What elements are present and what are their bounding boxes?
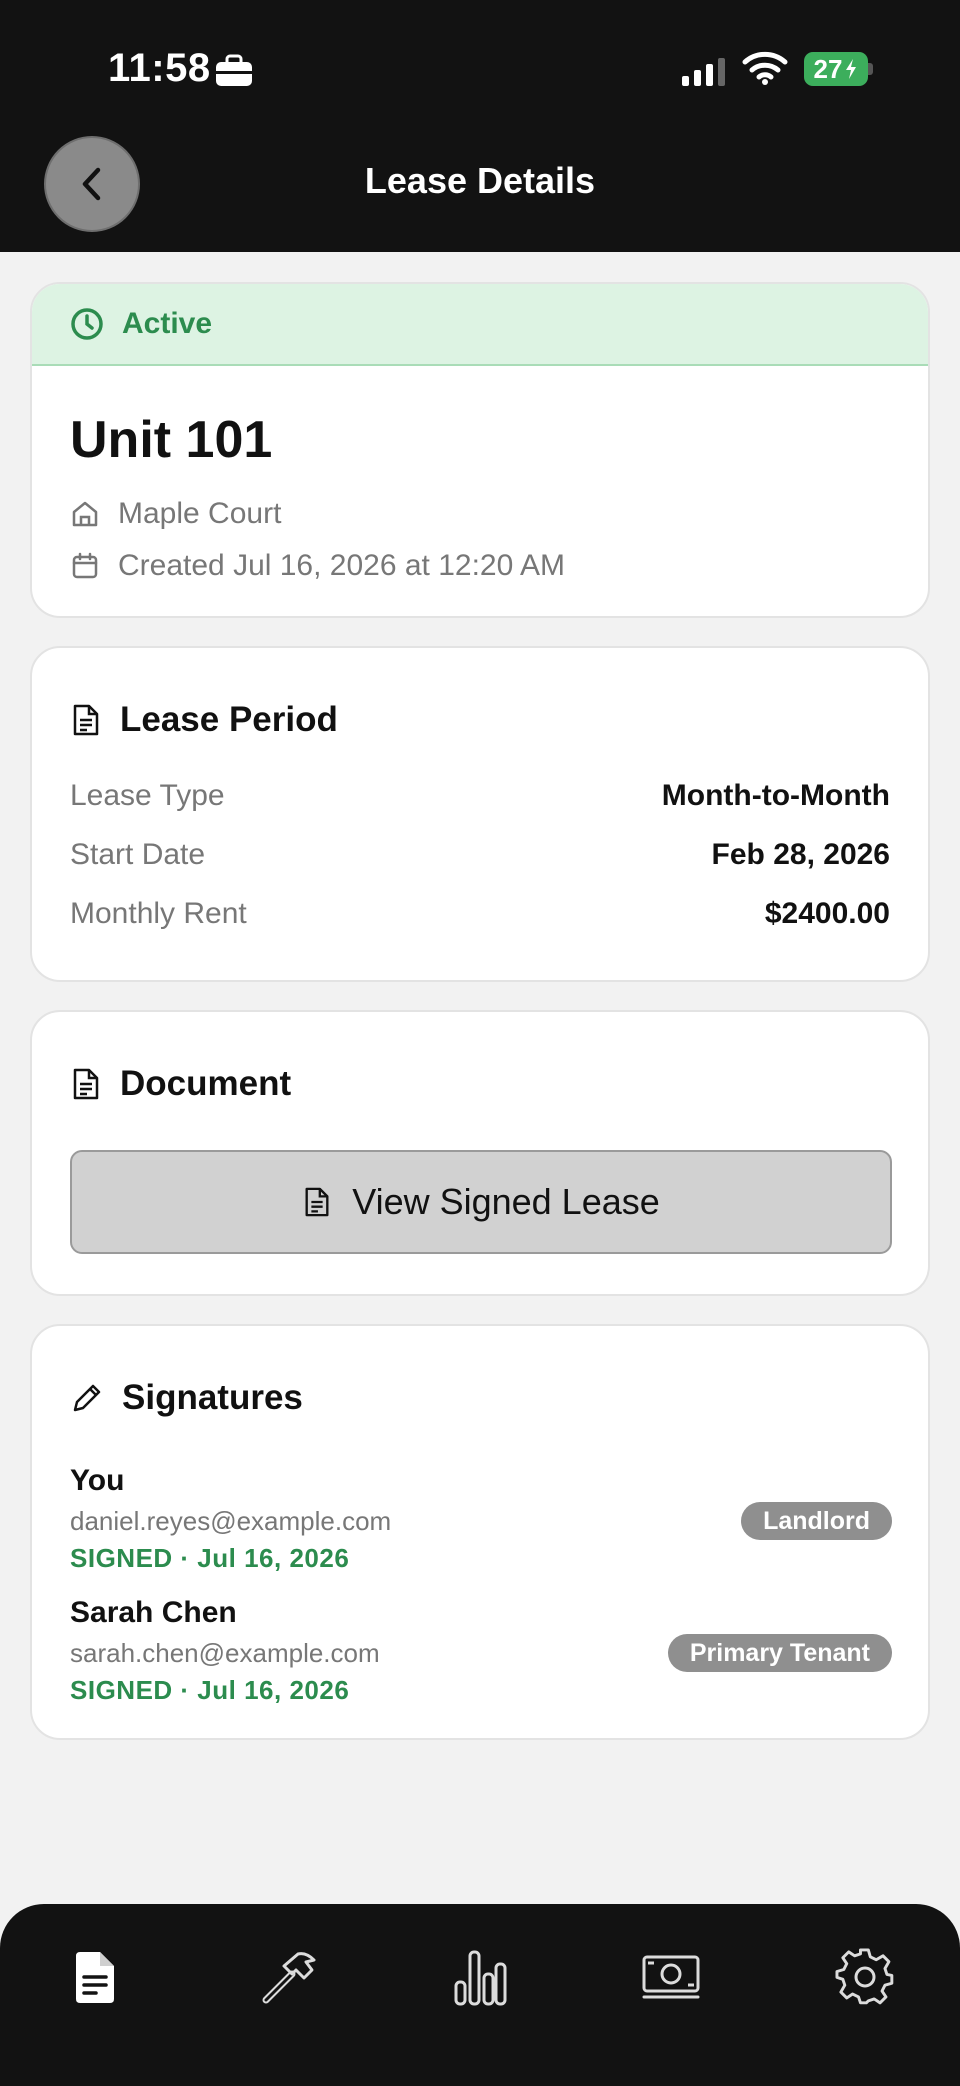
document-icon — [76, 1952, 114, 2003]
status-banner: Active — [32, 284, 928, 366]
property-name: Maple Court — [118, 497, 282, 530]
document-card: Document View Signed Lease — [30, 1010, 930, 1296]
lease-summary-card: Active Unit 101 Maple Court Created Jul … — [30, 282, 930, 618]
calendar-icon — [72, 552, 98, 579]
document-title: Document — [120, 1064, 292, 1103]
lease-period-title: Lease Period — [120, 700, 338, 739]
battery-level: 27 — [813, 53, 843, 84]
property-row: Maple Court — [70, 488, 928, 540]
lease-period-heading: Lease Period — [70, 700, 928, 740]
signer-status: SIGNED · Jul 16, 2026 — [70, 1543, 350, 1573]
document-icon — [305, 1187, 329, 1217]
tab-leases[interactable] — [60, 1942, 130, 2012]
row-label: Lease Type — [70, 778, 225, 812]
battery-nub — [868, 63, 873, 75]
start-date-row: Start Date Feb 28, 2026 — [70, 825, 890, 884]
created-date: Created Jul 16, 2026 at 12:20 AM — [118, 549, 565, 582]
home-icon — [72, 501, 98, 527]
clock-icon — [71, 308, 103, 340]
role-badge: Primary Tenant — [667, 1634, 892, 1672]
row-value: Feb 28, 2026 — [711, 837, 890, 871]
row-value: $2400.00 — [764, 896, 890, 930]
lease-period-card: Lease Period Lease Type Month-to-Month S… — [30, 646, 930, 982]
role-badge: Landlord — [741, 1502, 892, 1540]
signer-row: You daniel.reyes@example.com SIGNED · Ju… — [70, 1464, 892, 1574]
signatures-title: Signatures — [122, 1378, 303, 1417]
charging-bolt-icon — [846, 59, 857, 79]
signer-row: Sarah Chen sarah.chen@example.com SIGNED… — [70, 1596, 892, 1706]
document-heading: Document — [70, 1064, 928, 1104]
battery-indicator: 27 — [804, 52, 868, 86]
document-icon — [73, 1068, 99, 1100]
signatures-heading: Signatures — [70, 1378, 928, 1418]
status-label: Active — [122, 307, 213, 340]
tab-payments[interactable] — [636, 1942, 706, 2012]
row-label: Monthly Rent — [70, 896, 247, 930]
hammer-icon — [262, 1952, 316, 2004]
page-title: Lease Details — [364, 160, 596, 201]
tab-settings[interactable] — [830, 1942, 900, 2012]
tab-reports[interactable] — [445, 1942, 515, 2012]
row-label: Start Date — [70, 837, 206, 871]
signer-status: SIGNED · Jul 16, 2026 — [70, 1675, 350, 1705]
unit-title: Unit 101 — [70, 411, 273, 469]
signatures-card: Signatures You daniel.reyes@example.com … — [30, 1324, 930, 1740]
pencil-icon — [73, 1384, 101, 1412]
view-signed-lease-label: View Signed Lease — [352, 1181, 660, 1222]
document-icon — [73, 704, 99, 736]
cellular-signal-icon — [682, 58, 725, 86]
gear-icon — [835, 1948, 894, 2005]
wifi-icon — [742, 51, 788, 85]
signer-name: Sarah Chen — [70, 1596, 237, 1629]
status-bar: 11:58 27 — [0, 0, 960, 140]
row-value: Month-to-Month — [661, 778, 890, 812]
lease-type-row: Lease Type Month-to-Month — [70, 766, 890, 825]
created-row: Created Jul 16, 2026 at 12:20 AM — [70, 540, 928, 592]
monthly-rent-row: Monthly Rent $2400.00 — [70, 884, 890, 943]
briefcase-icon — [216, 54, 252, 86]
signer-name: You — [70, 1464, 125, 1497]
money-icon — [642, 1955, 700, 1999]
bar-chart-icon — [454, 1950, 507, 2006]
tab-maintenance[interactable] — [254, 1942, 324, 2012]
view-signed-lease-button[interactable]: View Signed Lease — [70, 1150, 892, 1254]
lease-period-rows: Lease Type Month-to-Month Start Date Feb… — [32, 766, 928, 943]
status-time: 11:58 — [108, 46, 211, 90]
